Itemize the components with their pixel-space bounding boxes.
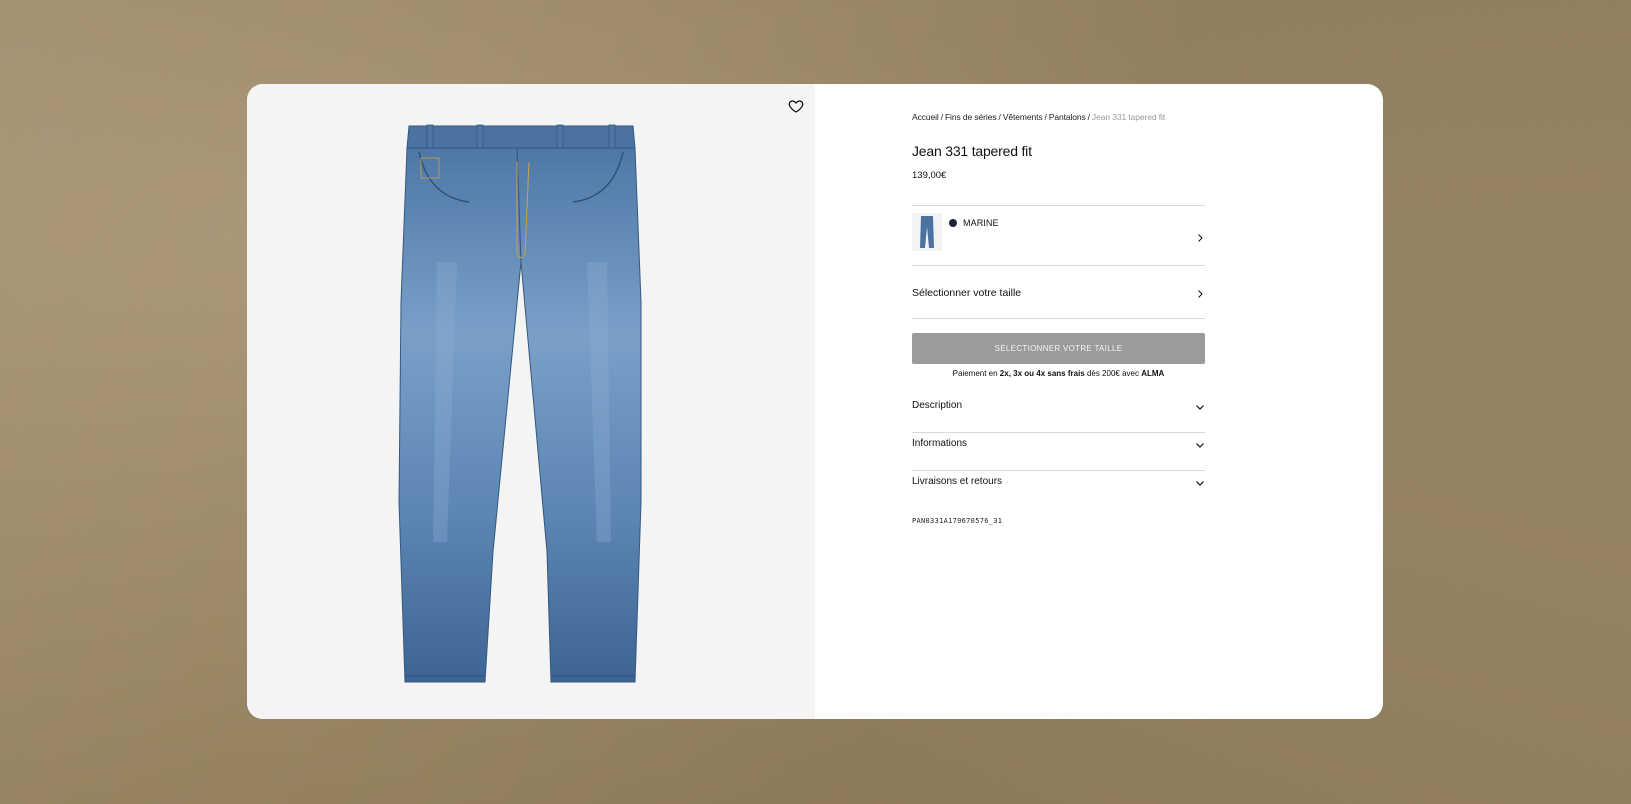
- accordion-description[interactable]: Description: [912, 388, 1205, 425]
- product-title: Jean 331 tapered fit: [912, 143, 1032, 159]
- breadcrumb-clothing[interactable]: Vêtements: [1003, 112, 1043, 122]
- breadcrumb-separator: /: [1044, 112, 1047, 122]
- chevron-right-icon: [1198, 290, 1203, 298]
- heart-icon: [788, 100, 804, 113]
- payment-prefix: Paiement en: [952, 369, 1000, 378]
- breadcrumb: Accueil / Fins de séries / Vêtements / Pantalo…: [912, 112, 1165, 122]
- size-selector[interactable]: Sélectionner votre taille: [912, 267, 1205, 319]
- payment-middle: dès 200€ avec: [1084, 369, 1142, 378]
- color-swatch: [949, 219, 957, 227]
- product-price: 139,00€: [912, 170, 947, 181]
- chevron-down-icon: [1196, 405, 1204, 410]
- product-image-jeans: [398, 124, 642, 683]
- product-sku: PAN0331A179670576_31: [912, 517, 1003, 525]
- accordion-label: Livraisons et retours: [912, 476, 1003, 487]
- chevron-right-icon: [1198, 234, 1203, 242]
- breadcrumb-sale[interactable]: Fins de séries: [945, 112, 997, 122]
- color-selector[interactable]: MARINE: [912, 207, 1205, 264]
- favorite-button[interactable]: [788, 98, 804, 114]
- accordion-label: Description: [912, 400, 963, 411]
- chevron-down-icon: [1196, 481, 1204, 486]
- breadcrumb-separator: /: [998, 112, 1001, 122]
- breadcrumb-separator: /: [940, 112, 943, 122]
- payment-provider: ALMA: [1141, 369, 1165, 378]
- product-media: [247, 84, 815, 719]
- add-to-cart-button[interactable]: SÉLECTIONNER VOTRE TAILLE: [912, 333, 1205, 364]
- breadcrumb-separator: /: [1087, 112, 1090, 122]
- breadcrumb-home[interactable]: Accueil: [912, 112, 939, 122]
- breadcrumb-trousers[interactable]: Pantalons: [1049, 112, 1086, 122]
- color-thumbnail: [912, 213, 942, 251]
- chevron-down-icon: [1196, 443, 1204, 448]
- product-info: Accueil / Fins de séries / Vêtements / Pantalo…: [815, 84, 1383, 719]
- color-label: MARINE: [963, 218, 999, 228]
- product-card: Accueil / Fins de séries / Vêtements / Pantalo…: [247, 84, 1383, 719]
- divider: [912, 265, 1205, 266]
- size-label: Sélectionner votre taille: [912, 287, 1022, 299]
- divider: [912, 318, 1205, 319]
- payment-terms: 2x, 3x ou 4x sans frais: [999, 369, 1085, 378]
- breadcrumb-current: Jean 331 tapered fit: [1091, 112, 1166, 122]
- accordion-informations[interactable]: Informations: [912, 426, 1205, 463]
- divider: [912, 205, 1205, 206]
- accordion-shipping-returns[interactable]: Livraisons et retours: [912, 464, 1205, 501]
- accordion-label: Informations: [912, 438, 968, 449]
- payment-info: Paiement en 2x, 3x ou 4x sans frais dès …: [912, 369, 1205, 378]
